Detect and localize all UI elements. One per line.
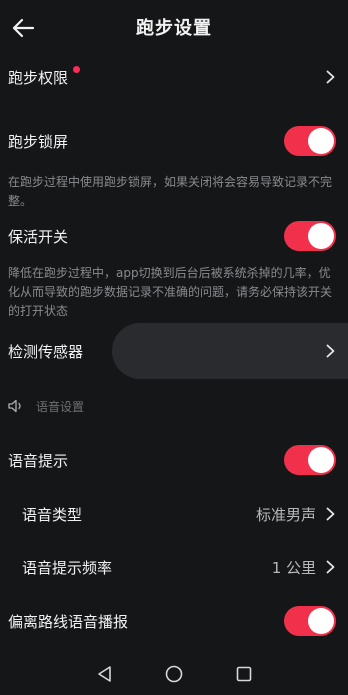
square-recents-icon[interactable] <box>236 666 252 686</box>
voice-type-label: 语音类型 <box>22 505 83 524</box>
voice-prompt-label: 语音提示 <box>8 451 69 470</box>
prompt-frequency-row[interactable]: 语音提示频率 1 公里 <box>0 546 348 588</box>
chevron-right-icon <box>324 559 336 575</box>
system-nav-bar <box>0 657 348 695</box>
off-route-label: 偏离路线语音播报 <box>8 612 129 631</box>
sensor-check-label: 检测传感器 <box>8 342 84 361</box>
voice-prompt-toggle[interactable] <box>284 445 336 475</box>
voice-section-title: 语音设置 <box>36 399 85 414</box>
sensor-check-row[interactable]: 检测传感器 <box>0 330 348 372</box>
triangle-back-icon[interactable] <box>96 665 112 687</box>
off-route-row: 偏离路线语音播报 <box>0 601 348 641</box>
lock-screen-description: 在跑步过程中使用跑步锁屏，如果关闭将会容易导致记录不完整。 <box>8 175 333 208</box>
permissions-label: 跑步权限 <box>8 68 69 87</box>
lock-screen-toggle[interactable] <box>284 126 336 156</box>
voice-type-value: 标准男声 <box>255 505 316 524</box>
voice-prompt-row: 语音提示 <box>0 440 348 480</box>
prompt-frequency-label: 语音提示频率 <box>22 558 113 577</box>
keep-alive-description: 降低在跑步过程中，app切换到后台后被系统杀掉的几率，优化从而导致的跑步数据记录… <box>8 266 333 318</box>
page-title: 跑步设置 <box>136 18 212 39</box>
keep-alive-toggle[interactable] <box>284 221 336 251</box>
voice-type-row[interactable]: 语音类型 标准男声 <box>0 493 348 535</box>
voice-section-header: 语音设置 <box>8 396 84 416</box>
header: 跑步设置 <box>0 0 348 56</box>
notification-badge <box>73 65 81 73</box>
toggle-knob <box>308 447 334 473</box>
toggle-knob <box>308 223 334 249</box>
permissions-row[interactable]: 跑步权限 <box>0 56 348 98</box>
chevron-right-icon <box>324 506 336 522</box>
circle-home-icon[interactable] <box>165 665 183 687</box>
off-route-toggle[interactable] <box>284 606 336 636</box>
toggle-knob <box>308 608 334 634</box>
speaker-icon <box>8 399 21 413</box>
keep-alive-row: 保活开关 <box>0 216 348 256</box>
chevron-right-icon <box>324 69 336 85</box>
chevron-right-icon <box>324 343 336 359</box>
keep-alive-label: 保活开关 <box>8 227 69 246</box>
prompt-frequency-value: 1 公里 <box>271 558 316 577</box>
toggle-knob <box>308 128 334 154</box>
lock-screen-row: 跑步锁屏 <box>0 121 348 161</box>
lock-screen-label: 跑步锁屏 <box>8 132 69 151</box>
